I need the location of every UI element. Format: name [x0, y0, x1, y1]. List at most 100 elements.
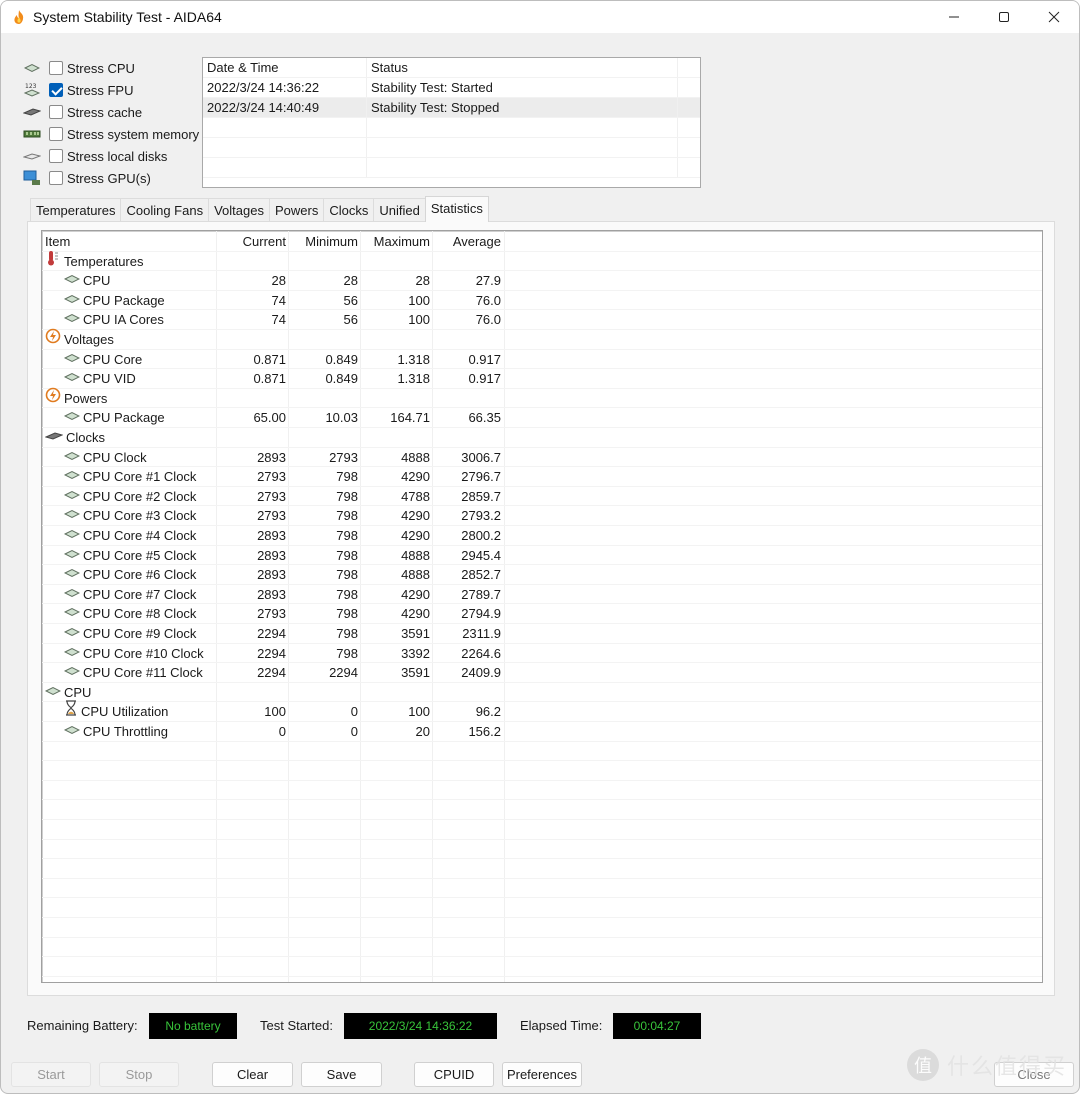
table-row[interactable]: CPU Package 65.00 10.03 164.71 66.35: [42, 408, 1042, 428]
empty-row: [42, 918, 1042, 938]
stress-checkbox[interactable]: [49, 83, 63, 97]
group-row[interactable]: CPU: [42, 683, 1042, 703]
group-row[interactable]: Voltages: [42, 328, 1042, 350]
cell-maximum: 4888: [401, 449, 430, 465]
header-item[interactable]: Item: [45, 232, 215, 251]
stress-option-stress-gpu-s[interactable]: Stress GPU(s): [23, 167, 199, 189]
header-maximum[interactable]: Maximum: [361, 232, 430, 251]
clear-button[interactable]: Clear: [212, 1062, 293, 1087]
statistics-panel: Item Current Minimum Maximum Average Tem…: [27, 221, 1055, 996]
log-header-datetime[interactable]: Date & Time: [203, 58, 367, 77]
cell-minimum: 0.849: [325, 371, 358, 387]
minimize-button[interactable]: [929, 1, 979, 33]
cell-current: 2793: [257, 606, 286, 622]
disk-drive-icon: [23, 149, 41, 163]
cell-average: 2793.2: [461, 508, 501, 524]
table-row[interactable]: CPU Core #2 Clock 2793 798 4788 2859.7: [42, 487, 1042, 507]
tab-statistics[interactable]: Statistics: [424, 196, 489, 222]
stress-checkbox[interactable]: [49, 149, 63, 163]
table-row[interactable]: CPU Utilization 100 0 100 96.2: [42, 700, 1042, 722]
table-row[interactable]: CPU Package 74 56 100 76.0: [42, 291, 1042, 311]
stress-option-stress-cpu[interactable]: Stress CPU: [23, 57, 199, 79]
tab-cooling-fans[interactable]: Cooling Fans: [120, 198, 210, 222]
watermark-badge: 值: [906, 1049, 939, 1081]
table-row[interactable]: CPU Core #1 Clock 2793 798 4290 2796.7: [42, 467, 1042, 487]
stress-options: Stress CPU 123 Stress FPU Stress cache Stres…: [23, 57, 199, 189]
row-item: Clocks: [44, 428, 215, 447]
elapsed-time-value: 00:04:27: [613, 1013, 701, 1039]
cell-minimum: 2294: [329, 665, 358, 681]
stress-option-stress-fpu[interactable]: 123 Stress FPU: [23, 79, 199, 101]
tab-clocks[interactable]: Clocks: [323, 198, 375, 222]
table-row[interactable]: CPU Throttling 0 0 20 156.2: [42, 722, 1042, 742]
table-row[interactable]: CPU Core #8 Clock 2793 798 4290 2794.9: [42, 604, 1042, 624]
thermometer-icon: [45, 250, 61, 272]
header-minimum[interactable]: Minimum: [289, 232, 358, 251]
cell-maximum: 4290: [401, 528, 430, 543]
table-row[interactable]: CPU 28 28 28 27.9: [42, 271, 1042, 291]
table-row[interactable]: CPU Core #5 Clock 2893 798 4888 2945.4: [42, 546, 1042, 566]
stress-option-stress-system-memory[interactable]: Stress system memory: [23, 123, 199, 145]
statistics-grid[interactable]: Item Current Minimum Maximum Average Tem…: [41, 230, 1043, 983]
header-average[interactable]: Average: [433, 232, 501, 251]
stress-checkbox[interactable]: [49, 105, 63, 119]
stress-checkbox[interactable]: [49, 127, 63, 141]
save-button[interactable]: Save: [301, 1062, 382, 1087]
row-label: CPU Core #10 Clock: [83, 645, 204, 661]
cell-average: 0.917: [468, 371, 501, 387]
table-row[interactable]: CPU VID 0.871 0.849 1.318 0.917: [42, 369, 1042, 389]
group-row[interactable]: Powers: [42, 387, 1042, 409]
test-started-label: Test Started:: [260, 1018, 333, 1033]
table-row[interactable]: CPU Core #9 Clock 2294 798 3591 2311.9: [42, 624, 1042, 644]
row-item: CPU Core #8 Clock: [45, 604, 215, 623]
cpu-chip-icon: [63, 662, 81, 682]
stress-option-stress-cache[interactable]: Stress cache: [23, 101, 199, 123]
tab-voltages[interactable]: Voltages: [208, 198, 270, 222]
row-label: Temperatures: [64, 253, 144, 269]
cell-maximum: 4888: [401, 567, 430, 583]
tab-powers[interactable]: Powers: [268, 198, 325, 222]
cell-minimum: 798: [336, 645, 358, 661]
cell-average: 2264.6: [461, 645, 501, 661]
stop-button[interactable]: Stop: [99, 1062, 179, 1087]
table-row[interactable]: CPU Clock 2893 2793 4888 3006.7: [42, 448, 1042, 468]
log-header-status[interactable]: Status: [367, 58, 678, 77]
table-row[interactable]: CPU Core #3 Clock 2793 798 4290 2793.2: [42, 506, 1042, 526]
group-row[interactable]: Clocks: [42, 428, 1042, 448]
close-window-button[interactable]: [1029, 1, 1079, 33]
stress-checkbox[interactable]: [49, 171, 63, 185]
maximize-button[interactable]: [979, 1, 1029, 33]
log-status: Stability Test: Stopped: [367, 98, 678, 117]
table-row[interactable]: CPU Core #6 Clock 2893 798 4888 2852.7: [42, 565, 1042, 585]
table-row[interactable]: CPU IA Cores 74 56 100 76.0: [42, 310, 1042, 330]
table-row[interactable]: CPU Core #4 Clock 2893 798 4290 2800.2: [42, 526, 1042, 546]
log-header: Date & Time Status: [203, 58, 700, 78]
start-button[interactable]: Start: [11, 1062, 91, 1087]
cell-minimum: 0: [350, 704, 358, 720]
log-row[interactable]: 2022/3/24 14:36:22 Stability Test: Starte…: [203, 78, 700, 98]
cell-maximum: 4290: [401, 606, 430, 622]
empty-row: [42, 898, 1042, 918]
log-row[interactable]: 2022/3/24 14:40:49 Stability Test: Stoppe…: [203, 98, 700, 118]
header-current[interactable]: Current: [217, 232, 286, 251]
stress-checkbox[interactable]: [49, 61, 63, 75]
stress-option-stress-local-disks[interactable]: Stress local disks: [23, 145, 199, 167]
row-label: CPU: [83, 273, 111, 289]
cell-average: 2859.7: [461, 488, 501, 504]
event-log[interactable]: Date & Time Status 2022/3/24 14:36:22 Sta…: [202, 57, 701, 188]
row-label: CPU Core #2 Clock: [83, 488, 197, 504]
row-label: CPU Core #11 Clock: [83, 665, 203, 681]
group-row[interactable]: Temperatures: [42, 250, 1042, 272]
cell-average: 2794.9: [461, 606, 501, 622]
preferences-button[interactable]: Preferences: [502, 1062, 582, 1087]
table-row[interactable]: CPU Core 0.871 0.849 1.318 0.917: [42, 350, 1042, 370]
table-row[interactable]: CPU Core #10 Clock 2294 798 3392 2264.6: [42, 644, 1042, 664]
title-bar[interactable]: System Stability Test - AIDA64: [1, 1, 1079, 33]
tab-temperatures[interactable]: Temperatures: [30, 198, 122, 222]
table-row[interactable]: CPU Core #11 Clock 2294 2294 3591 2409.9: [42, 663, 1042, 683]
tab-unified[interactable]: Unified: [373, 198, 426, 222]
cpuid-button[interactable]: CPUID: [414, 1062, 494, 1087]
table-row[interactable]: CPU Core #7 Clock 2893 798 4290 2789.7: [42, 585, 1042, 605]
row-label: CPU Core #6 Clock: [83, 567, 197, 583]
empty-row: [42, 938, 1042, 958]
